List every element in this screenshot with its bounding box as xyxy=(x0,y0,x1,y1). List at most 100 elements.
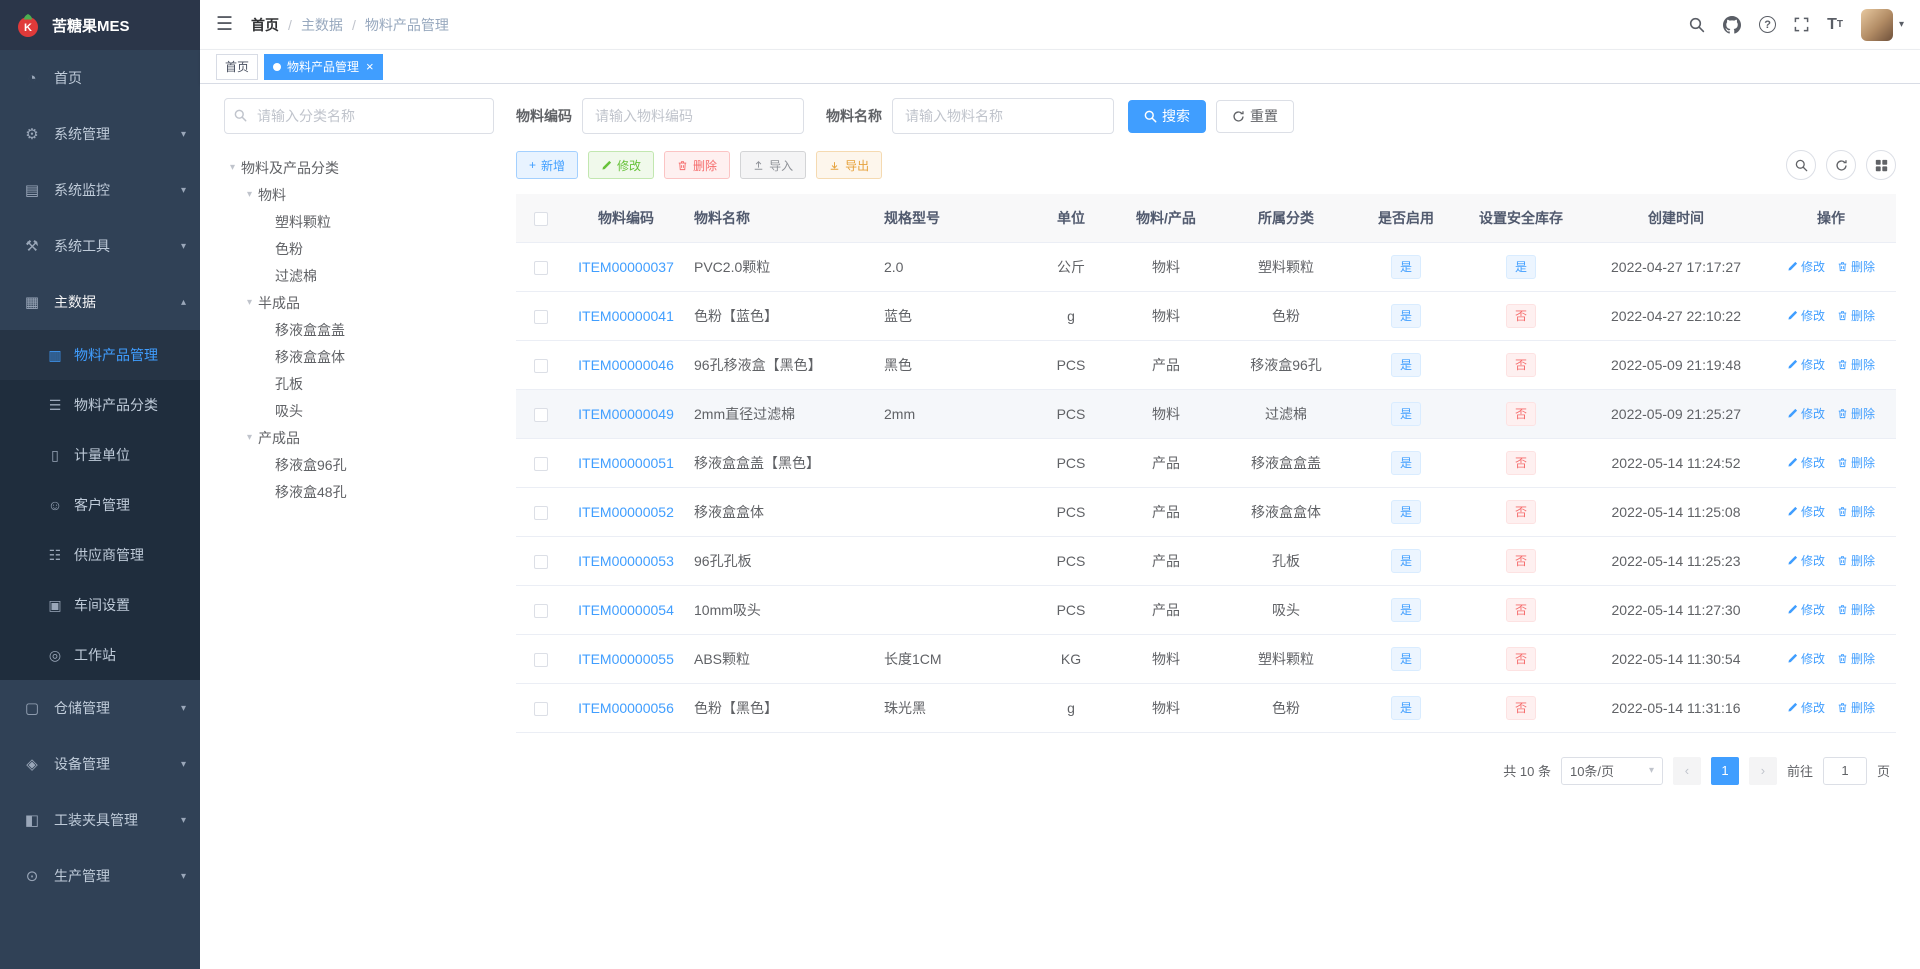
hamburger-icon[interactable]: ☰ xyxy=(216,15,233,34)
item-code-link[interactable]: ITEM00000037 xyxy=(578,259,674,275)
export-button[interactable]: 导出 xyxy=(816,151,883,179)
page-1-button[interactable]: 1 xyxy=(1710,756,1739,785)
item-code-link[interactable]: ITEM00000055 xyxy=(578,651,674,667)
sidebar-item-home[interactable]: ◔ 首页 xyxy=(0,50,200,106)
category-search-input[interactable] xyxy=(224,98,494,134)
row-delete-button[interactable]: 删除 xyxy=(1837,258,1875,275)
goto-page-input[interactable] xyxy=(1822,756,1867,785)
row-checkbox[interactable] xyxy=(534,701,548,716)
sidebar-item-system-tools[interactable]: ⚒ 系统工具 ▾ xyxy=(0,218,200,274)
sidebar-subitem-supplier-mgmt[interactable]: ☷ 供应商管理 xyxy=(0,530,200,580)
github-icon[interactable] xyxy=(1723,15,1742,34)
row-checkbox[interactable] xyxy=(534,554,548,569)
sidebar-item-equipment-mgmt[interactable]: ◈ 设备管理 ▾ xyxy=(0,736,200,792)
tree-node[interactable]: 移液盒96孔 xyxy=(224,451,494,478)
item-code-link[interactable]: ITEM00000056 xyxy=(578,700,674,716)
tree-node[interactable]: 塑料颗粒 xyxy=(224,208,494,235)
row-edit-button[interactable]: 修改 xyxy=(1787,307,1825,324)
sidebar-subitem-workstation[interactable]: ◎ 工作站 xyxy=(0,630,200,680)
row-delete-button[interactable]: 删除 xyxy=(1837,650,1875,667)
tag-home[interactable]: 首页 xyxy=(216,53,259,80)
sidebar-item-tooling-fixture-mgmt[interactable]: ◧ 工装夹具管理 ▾ xyxy=(0,792,200,848)
add-button[interactable]: + 新增 xyxy=(516,151,579,179)
item-code-link[interactable]: ITEM00000052 xyxy=(578,504,674,520)
tree-node[interactable]: ▾ 半成品 xyxy=(224,289,494,316)
row-checkbox[interactable] xyxy=(534,358,548,373)
import-button[interactable]: 导入 xyxy=(740,151,807,179)
sidebar-subitem-unit-of-measure[interactable]: ▯ 计量单位 xyxy=(0,430,200,480)
sidebar-subitem-workshop-settings[interactable]: ▣ 车间设置 xyxy=(0,580,200,630)
tree-node[interactable]: 移液盒盒盖 xyxy=(224,316,494,343)
next-page-button[interactable]: › xyxy=(1748,756,1777,785)
row-edit-button[interactable]: 修改 xyxy=(1787,699,1825,716)
toggle-search-icon[interactable] xyxy=(1786,150,1816,180)
tree-node[interactable]: 过滤棉 xyxy=(224,262,494,289)
item-code-link[interactable]: ITEM00000051 xyxy=(578,455,674,471)
columns-icon[interactable] xyxy=(1866,150,1896,180)
row-checkbox[interactable] xyxy=(534,260,548,275)
tree-node[interactable]: 移液盒48孔 xyxy=(224,478,494,505)
prev-page-button[interactable]: ‹ xyxy=(1672,756,1701,785)
row-edit-button[interactable]: 修改 xyxy=(1787,356,1825,373)
user-menu[interactable]: ▾ xyxy=(1860,8,1904,41)
refresh-icon[interactable] xyxy=(1826,150,1856,180)
row-checkbox[interactable] xyxy=(534,603,548,618)
tree-node[interactable]: 吸头 xyxy=(224,397,494,424)
font-size-icon[interactable]: TT xyxy=(1827,16,1843,33)
item-code-link[interactable]: ITEM00000053 xyxy=(578,553,674,569)
sidebar-item-system-monitor[interactable]: ▤ 系统监控 ▾ xyxy=(0,162,200,218)
row-checkbox[interactable] xyxy=(534,407,548,422)
row-delete-button[interactable]: 删除 xyxy=(1837,307,1875,324)
select-all-checkbox[interactable] xyxy=(534,211,548,226)
row-delete-button[interactable]: 删除 xyxy=(1837,454,1875,471)
caret-down-icon[interactable]: ▾ xyxy=(224,162,241,173)
tag-material-product-mgmt[interactable]: 物料产品管理 × xyxy=(264,53,383,80)
row-edit-button[interactable]: 修改 xyxy=(1787,405,1825,422)
sidebar-item-warehouse-mgmt[interactable]: ▢ 仓储管理 ▾ xyxy=(0,680,200,736)
caret-down-icon[interactable]: ▾ xyxy=(241,189,258,200)
row-edit-button[interactable]: 修改 xyxy=(1787,503,1825,520)
row-delete-button[interactable]: 删除 xyxy=(1837,552,1875,569)
material-name-input[interactable] xyxy=(892,98,1114,134)
help-icon[interactable]: ? xyxy=(1759,16,1777,33)
item-code-link[interactable]: ITEM00000049 xyxy=(578,406,674,422)
item-code-link[interactable]: ITEM00000041 xyxy=(578,308,674,324)
row-edit-button[interactable]: 修改 xyxy=(1787,454,1825,471)
item-code-link[interactable]: ITEM00000046 xyxy=(578,357,674,373)
search-button[interactable]: 搜索 xyxy=(1128,99,1206,133)
row-checkbox[interactable] xyxy=(534,505,548,520)
sidebar-item-production-mgmt[interactable]: ⊙ 生产管理 ▾ xyxy=(0,848,200,904)
row-edit-button[interactable]: 修改 xyxy=(1787,258,1825,275)
row-checkbox[interactable] xyxy=(534,456,548,471)
row-checkbox[interactable] xyxy=(534,652,548,667)
material-code-input[interactable] xyxy=(582,98,804,134)
delete-button[interactable]: 删除 xyxy=(664,151,731,179)
breadcrumb-home[interactable]: 首页 xyxy=(251,15,279,35)
item-code-link[interactable]: ITEM00000054 xyxy=(578,602,674,618)
tree-node[interactable]: ▾ 物料 xyxy=(224,181,494,208)
sidebar-subitem-material-product-mgmt[interactable]: ▥ 物料产品管理 xyxy=(0,330,200,380)
tree-node[interactable]: 孔板 xyxy=(224,370,494,397)
row-edit-button[interactable]: 修改 xyxy=(1787,552,1825,569)
row-delete-button[interactable]: 删除 xyxy=(1837,699,1875,716)
tree-node[interactable]: ▾ 产成品 xyxy=(224,424,494,451)
sidebar-subitem-material-product-category[interactable]: ☰ 物料产品分类 xyxy=(0,380,200,430)
caret-down-icon[interactable]: ▾ xyxy=(241,432,258,443)
row-delete-button[interactable]: 删除 xyxy=(1837,503,1875,520)
fullscreen-icon[interactable] xyxy=(1794,17,1809,32)
row-delete-button[interactable]: 删除 xyxy=(1837,356,1875,373)
page-size-select[interactable]: 10条/页 ▾ xyxy=(1560,756,1663,785)
row-delete-button[interactable]: 删除 xyxy=(1837,601,1875,618)
sidebar-item-system-admin[interactable]: ⚙ 系统管理 ▾ xyxy=(0,106,200,162)
app-logo[interactable]: K 苦糖果MES xyxy=(0,0,200,50)
avatar[interactable] xyxy=(1860,8,1893,41)
tree-node[interactable]: 色粉 xyxy=(224,235,494,262)
sidebar-item-master-data[interactable]: ▦ 主数据 ▴ xyxy=(0,274,200,330)
tree-node[interactable]: 移液盒盒体 xyxy=(224,343,494,370)
sidebar-subitem-customer-mgmt[interactable]: ☺ 客户管理 xyxy=(0,480,200,530)
close-icon[interactable]: × xyxy=(366,60,374,73)
reset-button[interactable]: 重置 xyxy=(1216,99,1294,133)
caret-down-icon[interactable]: ▾ xyxy=(241,297,258,308)
row-edit-button[interactable]: 修改 xyxy=(1787,650,1825,667)
breadcrumb-master-data[interactable]: 主数据 xyxy=(301,15,343,35)
